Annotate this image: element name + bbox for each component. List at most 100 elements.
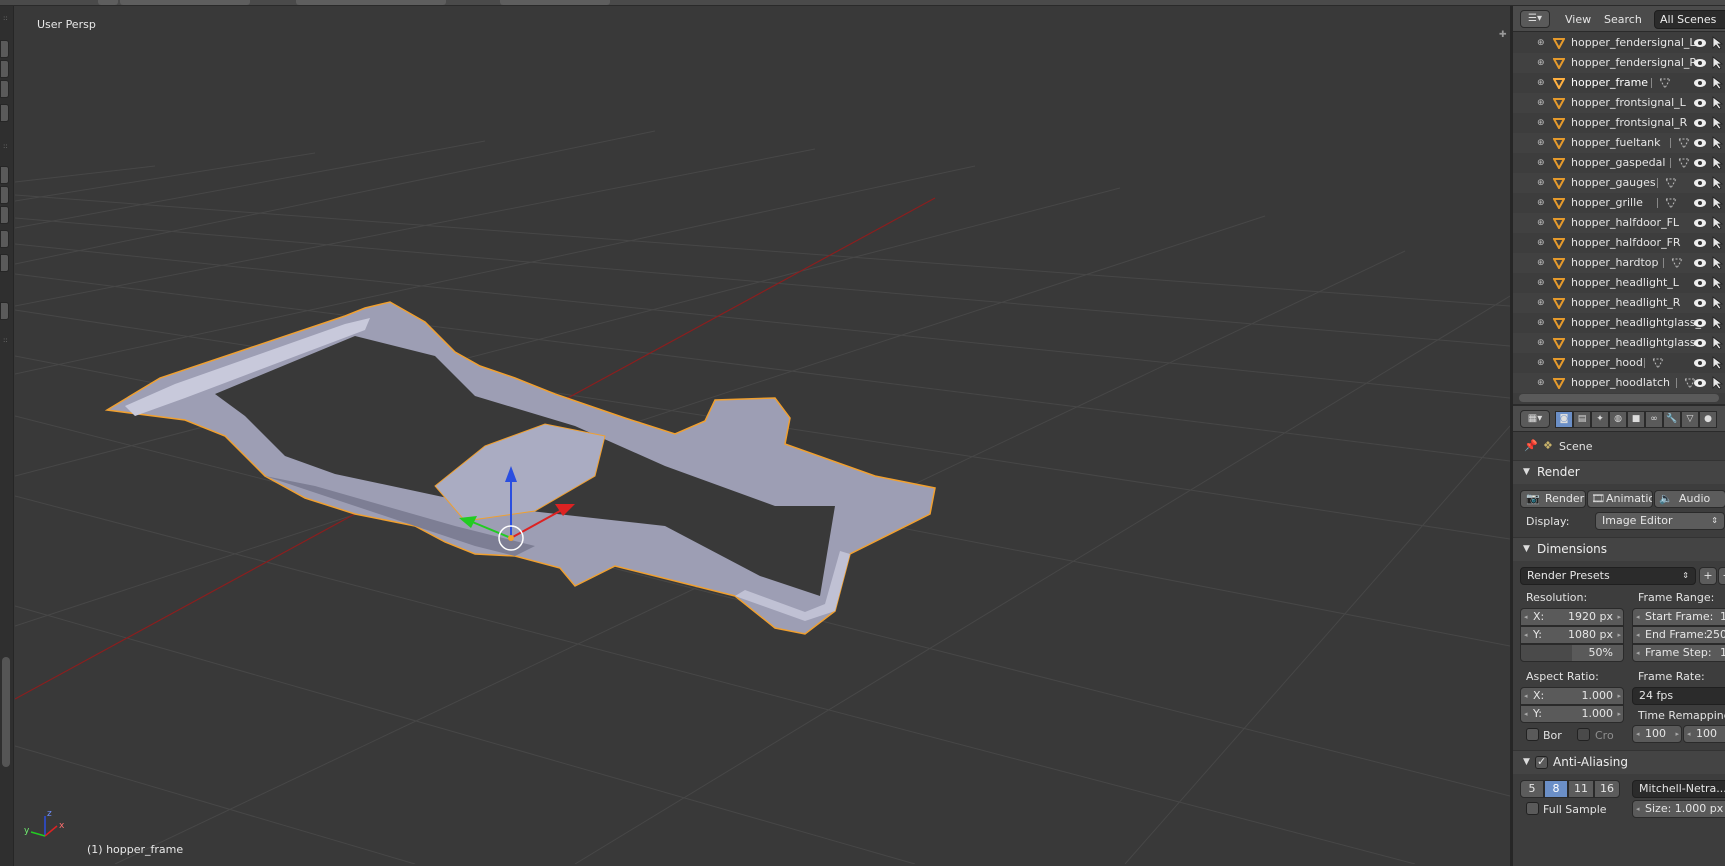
eye-icon[interactable] — [1693, 377, 1707, 389]
outliner-item-name[interactable]: hopper_frame — [1571, 76, 1648, 89]
outliner-item[interactable]: ⊕ hopper_headlightglass — [1513, 333, 1725, 353]
eye-icon[interactable] — [1693, 297, 1707, 309]
aa-sample-16[interactable]: 16 — [1594, 780, 1620, 798]
eye-icon[interactable] — [1693, 157, 1707, 169]
eye-icon[interactable] — [1693, 97, 1707, 109]
outliner-item[interactable]: ⊕ hopper_fendersignal_R — [1513, 53, 1725, 73]
tool-tab[interactable] — [0, 80, 9, 98]
eye-icon[interactable] — [1693, 317, 1707, 329]
outliner-item[interactable]: ⊕ hopper_fendersignal_L — [1513, 33, 1725, 53]
outliner-menu-search[interactable]: Search — [1604, 13, 1642, 26]
cursor-icon[interactable] — [1711, 256, 1723, 270]
outliner-item-name[interactable]: hopper_headlight_R — [1571, 296, 1680, 309]
expand-icon[interactable]: ⊕ — [1537, 258, 1547, 268]
outliner-item[interactable]: ⊕ hopper_hood — [1513, 353, 1725, 373]
eye-icon[interactable] — [1693, 37, 1707, 49]
outliner-item-name[interactable]: hopper_gauges — [1571, 176, 1656, 189]
header-widget[interactable] — [98, 0, 118, 5]
eye-icon[interactable] — [1693, 57, 1707, 69]
mesh-data-icon[interactable] — [1665, 177, 1677, 189]
3d-viewport[interactable]: z x y User Persp (1) hopper_frame ✚ — [15, 6, 1510, 864]
resolution-percentage-slider[interactable]: 50% — [1520, 644, 1624, 662]
resolution-x-field[interactable]: ◂ X: 1920 px ▸ — [1520, 608, 1624, 626]
outliner-item-name[interactable]: hopper_hardtop — [1571, 256, 1659, 269]
tool-tab[interactable] — [0, 230, 9, 248]
expand-icon[interactable]: ⊕ — [1537, 218, 1547, 228]
aa-sample-11[interactable]: 11 — [1568, 780, 1594, 798]
expand-icon[interactable]: ⊕ — [1537, 158, 1547, 168]
mesh-data-icon[interactable] — [1677, 137, 1690, 149]
expand-icon[interactable]: ⊕ — [1537, 78, 1547, 88]
outliner-menu-view[interactable]: View — [1565, 13, 1591, 26]
outliner-item-name[interactable]: hopper_halfdoor_FL — [1571, 216, 1679, 229]
time-remap-new-field[interactable]: ◂ 100 — [1683, 725, 1725, 743]
remove-preset-button[interactable]: − — [1718, 567, 1725, 585]
outliner-item-name[interactable]: hopper_headlight_L — [1571, 276, 1679, 289]
tool-tab[interactable] — [0, 166, 9, 184]
outliner-item[interactable]: ⊕ hopper_hoodlatch — [1513, 373, 1725, 393]
cursor-icon[interactable] — [1711, 376, 1723, 390]
outliner-item[interactable]: ⊕ hopper_headlight_R — [1513, 293, 1725, 313]
end-frame-field[interactable]: ◂ End Frame: 250 — [1632, 626, 1725, 644]
eye-icon[interactable] — [1693, 77, 1707, 89]
tool-tab[interactable] — [0, 40, 9, 58]
mesh-data-icon[interactable] — [1671, 257, 1684, 269]
cursor-icon[interactable] — [1711, 136, 1723, 150]
object-tab-icon[interactable]: ■ — [1627, 411, 1645, 428]
outliner-item-name[interactable]: hopper_frontsignal_R — [1571, 116, 1687, 129]
expand-icon[interactable]: ⊕ — [1537, 298, 1547, 308]
modifiers-tab-icon[interactable]: 🔧 — [1663, 411, 1681, 428]
outliner-item-name[interactable]: hopper_fueltank — [1571, 136, 1661, 149]
expand-icon[interactable]: ⊕ — [1537, 318, 1547, 328]
cursor-icon[interactable] — [1711, 76, 1723, 90]
mesh-data-icon[interactable] — [1652, 357, 1665, 369]
tool-tab[interactable] — [0, 254, 9, 272]
expand-icon[interactable]: ⊕ — [1537, 58, 1547, 68]
cursor-icon[interactable] — [1711, 316, 1723, 330]
aspect-y-field[interactable]: ◂ Y: 1.000 ▸ — [1520, 705, 1624, 723]
scene-tab-icon[interactable]: ✦ — [1591, 411, 1609, 428]
outliner-item[interactable]: ⊕ hopper_hardtop — [1513, 253, 1725, 273]
cursor-icon[interactable] — [1711, 356, 1723, 370]
frame-rate-select[interactable]: 24 fps — [1632, 687, 1725, 705]
expand-icon[interactable]: ⊕ — [1537, 358, 1547, 368]
outliner-item[interactable]: ⊕ hopper_headlight_L — [1513, 273, 1725, 293]
outliner-item-name[interactable]: hopper_fendersignal_L — [1571, 36, 1696, 49]
eye-icon[interactable] — [1693, 197, 1707, 209]
outliner-item[interactable]: ⊕ hopper_frontsignal_R — [1513, 113, 1725, 133]
cursor-icon[interactable] — [1711, 336, 1723, 350]
outliner-item[interactable]: ⊕ hopper_frontsignal_L — [1513, 93, 1725, 113]
aa-sample-5[interactable]: 5 — [1520, 780, 1544, 798]
grip-icon[interactable]: :: — [3, 15, 8, 22]
aa-filter-size-field[interactable]: ◂ Size: 1.000 px — [1632, 800, 1725, 818]
expand-icon[interactable]: ⊕ — [1537, 38, 1547, 48]
header-widget[interactable] — [120, 0, 250, 5]
outliner-item[interactable]: ⊕ hopper_halfdoor_FL — [1513, 213, 1725, 233]
outliner-item-name[interactable]: hopper_gaspedal — [1571, 156, 1665, 169]
eye-icon[interactable] — [1693, 277, 1707, 289]
outliner-item[interactable]: ⊕ hopper_grille — [1513, 193, 1725, 213]
render-tab-icon[interactable]: ◙ — [1555, 411, 1573, 428]
cursor-icon[interactable] — [1711, 56, 1723, 70]
outliner-list[interactable]: ⊕ hopper_fendersignal_L ⊕ hopper_fendersign… — [1513, 33, 1725, 393]
display-mode-select[interactable]: All Scenes — [1654, 10, 1725, 29]
anti-aliasing-panel-header[interactable]: ▼ ✓ Anti-Aliasing — [1513, 750, 1725, 774]
outliner-item[interactable]: ⊕ hopper_fueltank — [1513, 133, 1725, 153]
outliner-item[interactable]: ⊕ hopper_gaspedal — [1513, 153, 1725, 173]
expand-icon[interactable]: ⊕ — [1537, 98, 1547, 108]
tool-tab[interactable] — [0, 302, 9, 320]
outliner-item-name[interactable]: hopper_hood — [1571, 356, 1643, 369]
tool-tab[interactable] — [0, 60, 9, 78]
start-frame-field[interactable]: ◂Start Frame:1 — [1632, 608, 1725, 626]
outliner-item[interactable]: ⊕ hopper_frame — [1513, 73, 1725, 93]
aa-sample-8[interactable]: 8 — [1544, 780, 1568, 798]
mesh-data-icon[interactable] — [1665, 197, 1677, 209]
outliner-scrollbar[interactable] — [1519, 394, 1719, 402]
full-sample-checkbox[interactable] — [1526, 802, 1539, 815]
cursor-icon[interactable] — [1711, 176, 1723, 190]
anti-aliasing-checkbox[interactable]: ✓ — [1535, 755, 1548, 769]
outliner-item-name[interactable]: hopper_headlightglass_ — [1571, 316, 1701, 329]
cursor-icon[interactable] — [1711, 236, 1723, 250]
eye-icon[interactable] — [1693, 137, 1707, 149]
header-widget[interactable] — [296, 0, 446, 5]
